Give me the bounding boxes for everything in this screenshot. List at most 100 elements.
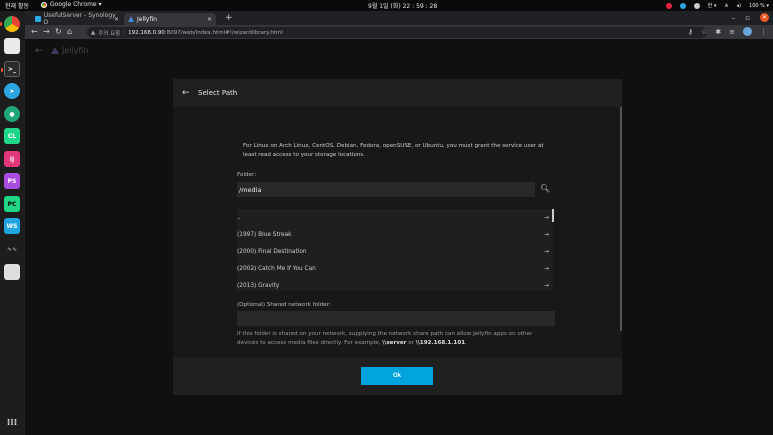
app-indicator-icon[interactable] (679, 2, 686, 9)
close-window-icon[interactable]: ✕ (760, 13, 769, 22)
share-help-or: or (406, 339, 416, 346)
sync-icon[interactable] (693, 2, 700, 9)
list-item[interactable]: (2000) Final Destination → (237, 243, 553, 260)
back-icon[interactable]: ← (31, 27, 38, 36)
permission-help-text: For Linux on Arch Linux, CentOS, Debian,… (243, 143, 544, 158)
network-icon[interactable]: ⋔ (724, 3, 728, 9)
folder-label: Folder: (237, 172, 257, 178)
tab-jellyfin[interactable]: Jellyfin ✕ (124, 13, 216, 25)
url-path: :8097/web/index.html#!/wizardlibrary.htm… (164, 29, 283, 36)
list-item-label: (2000) Final Destination (237, 248, 307, 255)
chevron-right-icon: → (543, 265, 549, 272)
browser-toolbar: ← → ↻ ⌂ ▲ 주의 요함 | 192.168.0.90:8097/web/… (25, 25, 773, 39)
address-bar[interactable]: ▲ 주의 요함 | 192.168.0.90:8097/web/index.ht… (87, 27, 707, 38)
directory-list-scrollbar[interactable] (552, 209, 554, 222)
dialog-scrollbar[interactable] (620, 107, 622, 331)
share-example-server: \\server (382, 339, 407, 346)
notification-icon[interactable] (665, 2, 672, 9)
directory-list: .. → (1997) Blue Streak → (2000) Final D… (237, 209, 553, 291)
maximize-icon[interactable]: ▫ (745, 14, 750, 22)
list-item[interactable]: (2013) Gravity → (237, 277, 553, 291)
chevron-right-icon: → (543, 248, 549, 255)
dialog-title: Select Path (198, 89, 238, 97)
chrome-dock-icon[interactable] (0, 16, 20, 32)
volume-icon[interactable]: ◂) (737, 3, 741, 9)
chrome-icon (41, 1, 47, 8)
jellyfin-logo-icon (51, 47, 59, 54)
search-icon[interactable]: 🔍︎ (540, 184, 550, 193)
system-top-bar: 현재 활동 Google Chrome ▾ 9월 1일 (화) 22 : 59 … (0, 0, 773, 11)
home-icon[interactable]: ⌂ (67, 27, 72, 36)
list-item-label: .. (237, 214, 241, 221)
telegram-dock-icon[interactable]: ➤ (4, 83, 20, 99)
tab-label: UsefulServer - Synology D (43, 12, 116, 26)
media-icon[interactable]: ≡ (729, 28, 735, 36)
app-menu-label: Google Chrome ▾ (50, 1, 102, 8)
activities-button[interactable]: 현재 활동 (5, 1, 29, 10)
share-example-ip: \\192.168.1.101 (415, 339, 466, 346)
tab-label: Jellyfin (137, 15, 157, 23)
page-back-icon[interactable]: ← (35, 46, 43, 56)
files-dock-icon[interactable] (4, 38, 20, 54)
menu-icon[interactable]: ⋮ (760, 28, 767, 36)
jellyfin-favicon (128, 16, 134, 22)
extensions-icon[interactable]: ✱ (715, 28, 721, 36)
folder-input[interactable]: /media (237, 182, 535, 197)
chevron-right-icon: → (543, 282, 549, 289)
jellyfin-logo-text: Jellyfin (62, 46, 89, 55)
minimize-icon[interactable]: – (732, 14, 736, 22)
list-item-label: (1997) Blue Streak (237, 231, 292, 238)
close-tab-icon[interactable]: ✕ (207, 16, 212, 23)
list-item[interactable]: (2002) Catch Me If You Can → (237, 260, 553, 277)
key-icon[interactable]: ⚷ (688, 28, 693, 36)
tab-synology[interactable]: UsefulServer - Synology D ✕ (31, 12, 123, 26)
show-apps-icon[interactable]: ⁞⁞⁞ (4, 415, 20, 431)
list-item[interactable]: .. → (237, 209, 553, 226)
shared-folder-input[interactable] (237, 311, 555, 326)
dock: >_ ➤ ● CL IJ PS PC WS ∿∿ ⁞⁞⁞ (0, 11, 25, 435)
list-item-label: (2002) Catch Me If You Can (237, 265, 316, 272)
audio-dock-icon[interactable]: ∿∿ (4, 241, 20, 257)
input-method-indicator[interactable]: 한 ▾ (708, 2, 717, 9)
clion-dock-icon[interactable]: CL (4, 128, 20, 144)
system-tray[interactable]: 한 ▾ ⋔ ◂) 100 % ▾ (665, 0, 769, 11)
browser-window: UsefulServer - Synology D ✕ Jellyfin ✕ +… (25, 11, 773, 435)
warning-icon: ▲ (91, 29, 96, 36)
dialog-header: ← Select Path (173, 79, 622, 107)
tab-strip: UsefulServer - Synology D ✕ Jellyfin ✕ +… (25, 11, 773, 26)
list-item[interactable]: (1997) Blue Streak → (237, 226, 553, 243)
new-tab-button[interactable]: + (225, 13, 233, 23)
phpstorm-dock-icon[interactable]: PS (4, 173, 20, 189)
terminal-dock-icon[interactable]: >_ (1, 61, 20, 77)
window-controls: – ▫ ✕ (732, 13, 769, 22)
chevron-right-icon: → (543, 214, 549, 221)
profile-avatar[interactable] (743, 27, 752, 36)
toolbar-icons: ⚷ ☆ ✱ ≡ ⋮ (688, 27, 767, 36)
url-host: 192.168.0.90 (128, 29, 165, 36)
ok-button[interactable]: Ok (361, 367, 433, 385)
chevron-right-icon: → (543, 231, 549, 238)
star-icon[interactable]: ☆ (701, 28, 707, 36)
reload-icon[interactable]: ↻ (55, 27, 62, 36)
close-tab-icon[interactable]: ✕ (114, 16, 119, 23)
clock[interactable]: 9월 1일 (화) 22 : 59 : 28 (368, 1, 437, 10)
maps-dock-icon[interactable]: ● (4, 106, 20, 122)
security-label: 주의 요함 (98, 30, 121, 37)
intellij-dock-icon[interactable]: IJ (4, 151, 20, 167)
document-dock-icon[interactable] (4, 264, 20, 280)
battery-indicator[interactable]: 100 % ▾ (749, 3, 769, 9)
dialog-back-icon[interactable]: ← (182, 88, 190, 98)
jellyfin-page: ← Jellyfin ← Select Path For Linux on Ar… (25, 39, 773, 435)
jellyfin-logo[interactable]: Jellyfin (51, 46, 89, 55)
dialog-footer: Ok (173, 358, 622, 395)
webstorm-dock-icon[interactable]: WS (4, 218, 20, 234)
share-help-end: . (465, 339, 467, 346)
shared-folder-label: (Optional) Shared network folder: (237, 302, 331, 308)
list-item-label: (2013) Gravity (237, 282, 280, 289)
pycharm-dock-icon[interactable]: PC (4, 196, 20, 212)
app-menu[interactable]: Google Chrome ▾ (41, 1, 102, 8)
forward-icon[interactable]: → (43, 27, 50, 36)
synology-icon (35, 16, 41, 22)
select-path-dialog: ← Select Path For Linux on Arch Linux, C… (173, 79, 622, 395)
shared-folder-help: If this folder is shared on your network… (237, 330, 547, 347)
